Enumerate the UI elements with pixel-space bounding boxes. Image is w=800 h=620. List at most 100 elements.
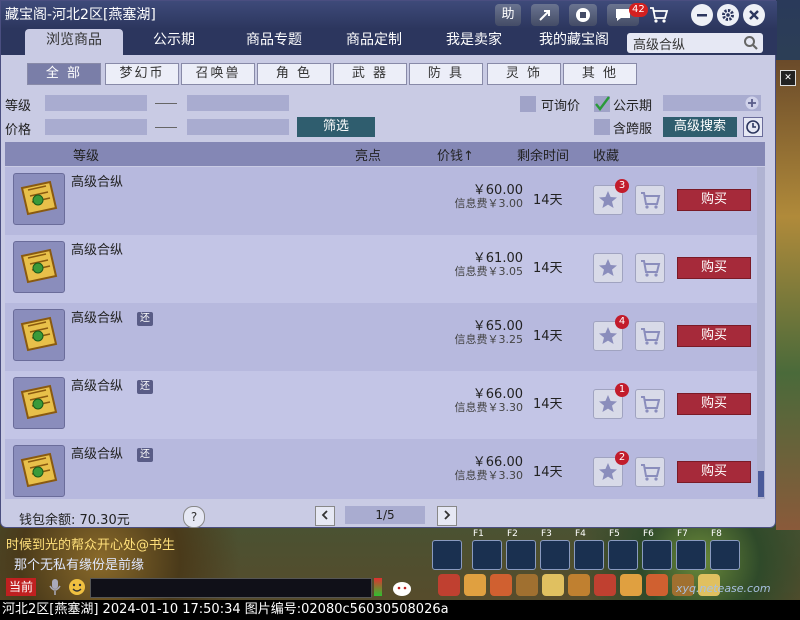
channel-button[interactable]: 当前 [6, 578, 37, 596]
help-icon[interactable]: ? [183, 506, 205, 528]
category-accessory[interactable]: 灵 饰 [487, 63, 561, 85]
chat-input[interactable] [90, 578, 372, 598]
category-all[interactable]: 全 部 [27, 63, 101, 85]
inquiry-label: 可询价 [541, 99, 581, 114]
remaining-time: 14天 [533, 329, 563, 344]
pet-icon[interactable] [390, 577, 414, 597]
share-button[interactable] [531, 4, 559, 26]
table-row[interactable]: 高级合纵还 ￥65.00 信息费￥3.25 14天 4 购买 [5, 303, 757, 371]
quick-item-slot[interactable] [568, 574, 590, 596]
buy-button[interactable]: 购买 [677, 461, 751, 483]
history-button[interactable] [743, 117, 763, 137]
skill-slot[interactable]: F5 [608, 529, 638, 570]
level-max-field[interactable] [187, 95, 289, 111]
scroll-item-icon[interactable] [13, 173, 65, 225]
category-armor[interactable]: 防 具 [409, 63, 483, 85]
add-to-cart-button[interactable] [635, 457, 665, 487]
next-page-button[interactable] [437, 506, 457, 526]
arrow-icon [539, 10, 550, 21]
item-name[interactable]: 高级合纵 [71, 307, 123, 326]
quick-item-slot[interactable] [516, 574, 538, 596]
buy-button[interactable]: 购买 [677, 189, 751, 211]
emoji-icon[interactable] [68, 578, 86, 596]
scroll-item-icon[interactable] [13, 309, 65, 361]
quick-item-slot[interactable] [438, 574, 460, 596]
advanced-search-button[interactable]: 高级搜索 [663, 117, 737, 137]
public-select[interactable] [663, 95, 761, 111]
public-checkbox[interactable] [594, 96, 610, 112]
price-max-field[interactable] [187, 119, 289, 135]
fkey-label: F3 [541, 529, 552, 539]
minimize-button[interactable] [691, 4, 713, 26]
quick-item-slot[interactable] [464, 574, 486, 596]
tab-my-treasure[interactable]: 我的藏宝阁 [525, 29, 623, 55]
buy-button[interactable]: 购买 [677, 325, 751, 347]
search-icon[interactable] [743, 35, 759, 51]
table-row[interactable]: 高级合纵 ￥60.00 信息费￥3.00 14天 3 购买 [5, 167, 757, 235]
tab-seller[interactable]: 我是卖家 [425, 29, 523, 55]
item-name[interactable]: 高级合纵 [71, 443, 123, 462]
buy-button[interactable]: 购买 [677, 393, 751, 415]
prev-page-button[interactable] [315, 506, 335, 526]
table-header: 等级 亮点 价钱↑ 剩余时间 收藏 [5, 142, 765, 166]
quick-item-slot[interactable] [646, 574, 668, 596]
skill-slot[interactable]: F4 [574, 529, 604, 570]
tab-public[interactable]: 公示期 [125, 29, 223, 55]
quick-item-slot[interactable] [490, 574, 512, 596]
header-level[interactable]: 等级 [73, 145, 99, 164]
side-x-icon[interactable]: ✕ [780, 70, 796, 86]
level-min-field[interactable] [45, 95, 147, 111]
chat-input-row: 当前 [0, 576, 430, 598]
table-row[interactable]: 高级合纵还 ￥66.00 信息费￥3.30 14天 1 购买 [5, 371, 757, 439]
tab-topics[interactable]: 商品专题 [225, 29, 323, 55]
add-to-cart-button[interactable] [635, 389, 665, 419]
quick-item-slot[interactable] [620, 574, 642, 596]
scrollbar-thumb[interactable] [758, 471, 764, 497]
tab-browse[interactable]: 浏览商品 [25, 29, 123, 55]
tab-custom[interactable]: 商品定制 [325, 29, 423, 55]
header-remaining[interactable]: 剩余时间 [517, 145, 569, 164]
close-button[interactable] [743, 4, 765, 26]
item-name[interactable]: 高级合纵 [71, 171, 123, 190]
settings-button[interactable] [717, 4, 739, 26]
skill-slot[interactable]: F8 [710, 529, 740, 570]
add-to-cart-button[interactable] [635, 253, 665, 283]
search-input[interactable] [627, 33, 743, 53]
skill-slot[interactable]: F6 [642, 529, 672, 570]
add-to-cart-button[interactable] [635, 185, 665, 215]
stop-button[interactable] [569, 4, 597, 26]
filter-button[interactable]: 筛选 [297, 117, 375, 137]
header-favorite[interactable]: 收藏 [593, 145, 619, 164]
header-price[interactable]: 价钱↑ [437, 145, 474, 164]
scroll-icon [20, 384, 58, 420]
price-min-field[interactable] [45, 119, 147, 135]
category-role[interactable]: 角 色 [257, 63, 331, 85]
skill-slot[interactable]: F7 [676, 529, 706, 570]
favorite-button[interactable] [593, 253, 623, 283]
cross-server-checkbox[interactable] [594, 119, 610, 135]
help-button[interactable]: 助 [495, 4, 521, 26]
category-weapon[interactable]: 武 器 [333, 63, 407, 85]
buy-button[interactable]: 购买 [677, 257, 751, 279]
scroll-item-icon[interactable] [13, 241, 65, 293]
item-name[interactable]: 高级合纵 [71, 239, 123, 258]
table-row[interactable]: 高级合纵 ￥61.00 信息费￥3.05 14天 购买 [5, 235, 757, 303]
scroll-item-icon[interactable] [13, 445, 65, 497]
skill-slot[interactable]: F3 [540, 529, 570, 570]
inquiry-checkbox[interactable] [520, 96, 536, 112]
skill-slot[interactable]: F1 [472, 529, 502, 570]
scroll-item-icon[interactable] [13, 377, 65, 429]
quick-item-slot[interactable] [542, 574, 564, 596]
cart-button[interactable] [645, 4, 673, 26]
category-currency[interactable]: 梦幻币 [105, 63, 179, 85]
quick-item-slot[interactable] [594, 574, 616, 596]
category-summon[interactable]: 召唤兽 [181, 63, 255, 85]
add-to-cart-button[interactable] [635, 321, 665, 351]
hotbar-settings-icon[interactable] [432, 540, 462, 570]
item-name[interactable]: 高级合纵 [71, 375, 123, 394]
category-other[interactable]: 其 他 [563, 63, 637, 85]
table-row[interactable]: 高级合纵还 ￥66.00 信息费￥3.30 14天 2 购买 [5, 439, 757, 499]
microphone-icon[interactable] [48, 578, 62, 596]
scrollbar-track[interactable] [757, 167, 765, 499]
skill-slot[interactable]: F2 [506, 529, 536, 570]
